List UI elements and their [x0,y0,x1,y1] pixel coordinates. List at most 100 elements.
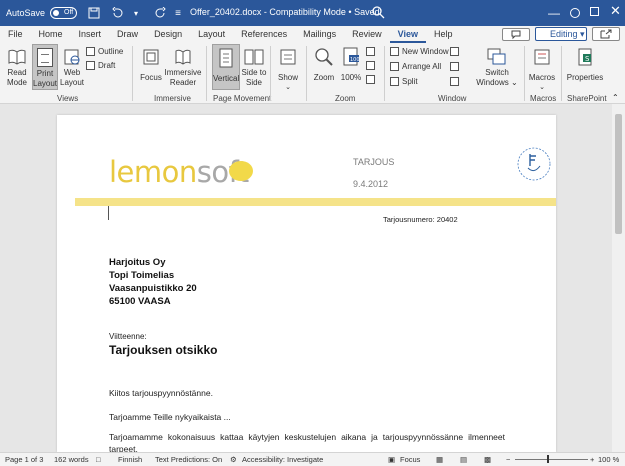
tab-mailings[interactable]: Mailings [295,26,344,43]
macros-label: Macros [528,73,556,82]
tab-insert[interactable]: Insert [71,26,110,43]
word-count[interactable]: 162 words [54,455,89,464]
tab-layout[interactable]: Layout [190,26,233,43]
properties-button[interactable]: S Properties [565,45,605,83]
document-canvas[interactable]: lemonsoft TARJOUS 9.4.2012 Tarjousnumero… [0,104,625,452]
split-button[interactable]: Split [390,77,418,86]
show-button[interactable]: Show ⌄ [275,45,301,93]
undo-icon[interactable] [111,6,125,20]
focus-button[interactable]: Focus [137,45,165,83]
tab-view[interactable]: View [389,26,427,43]
read-mode-button[interactable]: Read Mode [4,45,30,88]
maximize-button[interactable] [590,7,599,16]
autosave-control[interactable]: AutoSave Off [6,7,78,19]
print-layout-button[interactable]: Print Layout [32,44,58,90]
ribbon: Read Mode Print Layout Web Layout Outlin… [0,43,625,104]
accessibility-icon: ⚙ [230,455,237,464]
title-bar: AutoSave Off ▾ ≡ Offer_20402.docx - Comp… [0,0,625,26]
editing-label: Editing [550,29,578,39]
vertical-button[interactable]: Vertical [212,44,240,90]
comments-button[interactable] [502,28,530,41]
subject-label: Viitteenne: [109,332,147,341]
ribbon-separator [132,46,133,101]
switch-windows-label: Switch Windows [476,68,509,87]
zoom-100-label: 100% [340,73,362,82]
text-predictions[interactable]: Text Predictions: On [155,455,222,464]
arrange-all-icon [390,62,399,71]
zoom-button[interactable]: Zoom [311,45,337,83]
zoom-100-button[interactable]: 100 100% [339,45,363,83]
editing-mode-button[interactable]: Editing ▾ [535,27,587,41]
proofing-icon[interactable]: □ [96,455,101,464]
one-page-icon [366,47,375,56]
side-to-side-button[interactable]: Side to Side [241,45,267,88]
chevron-down-icon: ⌄ [285,84,291,91]
print-layout-view-icon[interactable]: ▤ [460,455,467,464]
web-layout-view-icon[interactable]: ▩ [484,455,491,464]
draft-button[interactable]: Draft [86,61,115,70]
subject-title: Tarjouksen otsikko [109,343,218,357]
tab-design[interactable]: Design [146,26,190,43]
immersive-reader-label: Immersive Reader [164,68,202,87]
multiple-pages-button[interactable] [366,61,378,70]
close-button[interactable]: ✕ [610,3,621,19]
minimize-button[interactable]: — [548,6,560,20]
save-icon[interactable] [87,6,101,20]
zoom-magnifier-icon [314,47,334,67]
zoom-in-button[interactable]: + [590,455,594,464]
zoom-level[interactable]: 100 % [598,455,619,464]
company-logo: lemonsoft [109,155,249,189]
language[interactable]: Finnish [118,455,142,464]
tab-home[interactable]: Home [31,26,71,43]
account-icon[interactable] [570,8,580,18]
collapse-ribbon-icon[interactable]: ⌃ [612,93,619,102]
split-label: Split [402,77,418,86]
switch-windows-button[interactable]: Switch Windows ⌄ [474,45,520,88]
macros-button[interactable]: Macros ⌄ [528,45,556,93]
focus-mode-label[interactable]: Focus [400,455,420,464]
synchronous-scrolling-button[interactable] [450,62,462,71]
tab-review[interactable]: Review [344,26,390,43]
customize-toolbar-icon[interactable]: ≡ [171,6,185,20]
zoom-slider-thumb[interactable] [547,455,549,463]
show-label: Show [277,73,298,82]
address-line: Harjoitus Oy [109,257,166,268]
view-side-by-side-button[interactable] [450,47,462,56]
outline-label: Outline [98,47,124,56]
outline-button[interactable]: Outline [86,47,123,56]
tab-help[interactable]: Help [426,26,461,43]
read-mode-view-icon[interactable]: ▦ [436,455,443,464]
undo-dropdown-icon[interactable]: ▾ [129,6,143,20]
new-window-button[interactable]: New Window [390,47,449,56]
arrange-all-button[interactable]: Arrange All [390,62,441,71]
zoom-slider-track[interactable] [515,459,588,460]
address-line: 65100 VAASA [109,296,171,307]
zoom-out-button[interactable]: − [506,455,510,464]
document-date: 9.4.2012 [353,179,389,189]
scrollbar-thumb[interactable] [615,114,622,234]
tab-file[interactable]: File [0,26,31,43]
vertical-scrollbar[interactable] [612,104,625,452]
document-title: Offer_20402.docx - Compatibility Mode • … [190,7,380,17]
autosave-toggle[interactable]: Off [50,7,78,19]
page-count[interactable]: Page 1 of 3 [5,455,43,464]
ribbon-separator [270,46,271,101]
web-layout-button[interactable]: Web Layout [60,45,84,88]
tab-draw[interactable]: Draw [109,26,146,43]
page-width-button[interactable] [366,75,378,84]
share-button[interactable] [592,27,620,41]
redo-icon[interactable] [153,6,167,20]
text-cursor [108,206,109,220]
sharepoint-properties-icon: S [576,48,594,66]
one-page-button[interactable] [366,47,378,56]
search-icon[interactable] [371,5,387,21]
sharepoint-group-label: SharePoint [567,94,607,103]
focus-mode-icon[interactable]: ▣ [388,455,395,464]
accessibility-status[interactable]: Accessibility: Investigate [242,455,323,464]
svg-text:S: S [585,55,590,63]
document-page[interactable]: lemonsoft TARJOUS 9.4.2012 Tarjousnumero… [57,115,556,452]
immersive-reader-button[interactable]: Immersive Reader [164,45,202,88]
reset-window-position-button[interactable] [450,77,462,86]
tab-references[interactable]: References [233,26,295,43]
reset-window-position-icon [450,77,459,86]
